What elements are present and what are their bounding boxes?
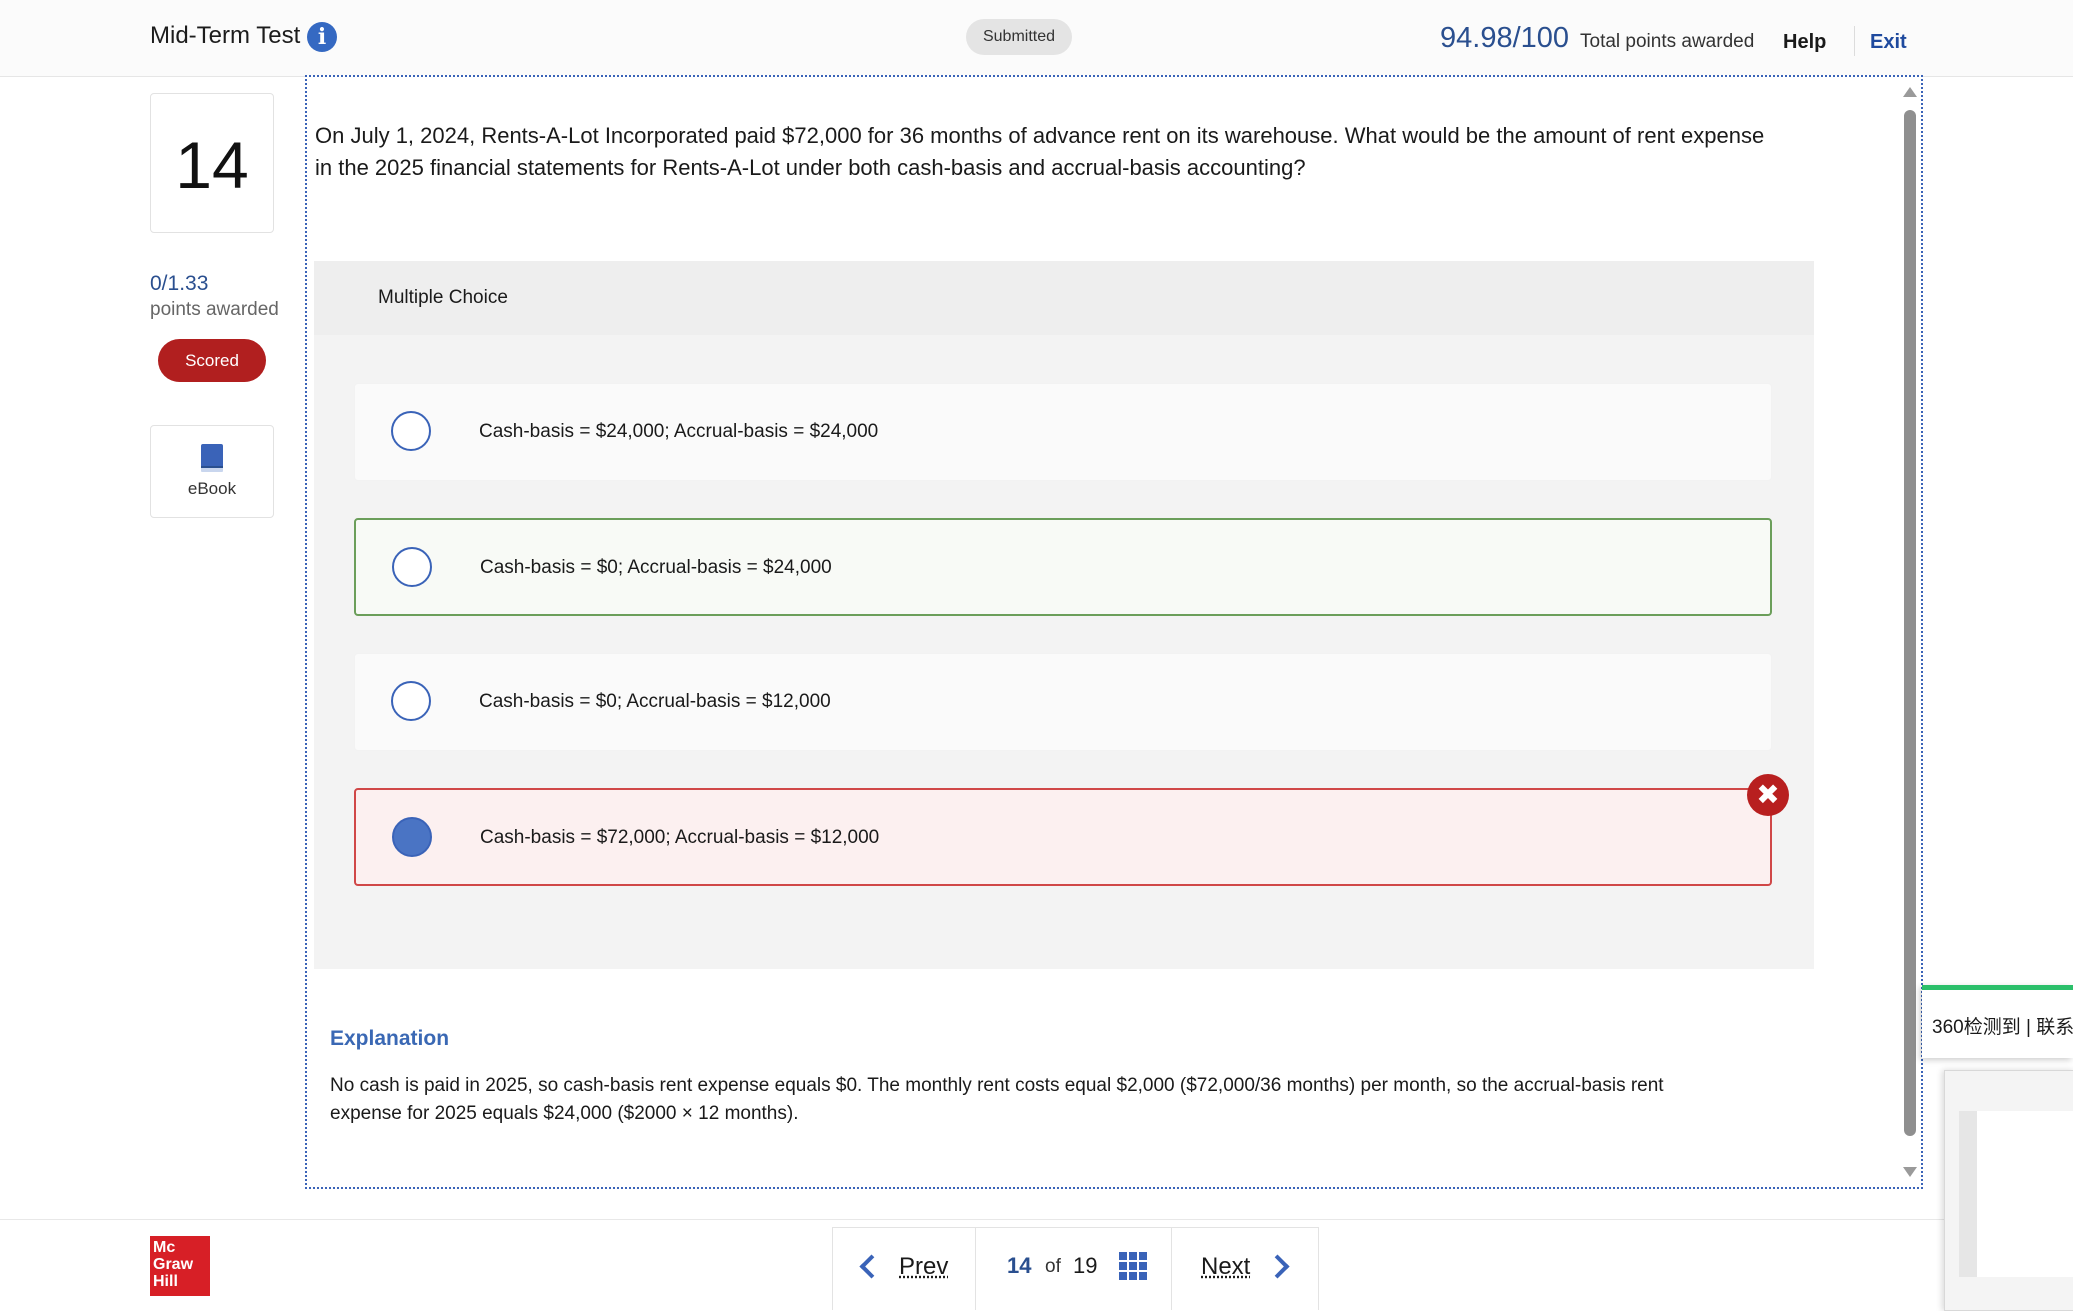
scored-badge: Scored	[158, 339, 266, 382]
mcgraw-hill-logo: Mc Graw Hill	[150, 1236, 210, 1296]
submitted-badge: Submitted	[966, 19, 1072, 55]
scroll-up-arrow[interactable]	[1903, 87, 1917, 97]
choice-option-2-correct[interactable]: Cash-basis = $0; Accrual-basis = $24,000	[354, 518, 1772, 616]
multiple-choice-panel: Multiple Choice Cash-basis = $24,000; Ac…	[314, 261, 1814, 969]
info-icon[interactable]: i	[307, 22, 337, 52]
security-popup[interactable]: 360检测到 | 联系	[1922, 985, 2073, 1058]
footer-divider	[0, 1219, 2073, 1220]
radio-button[interactable]	[392, 547, 432, 587]
choice-label: Cash-basis = $24,000; Accrual-basis = $2…	[479, 421, 879, 442]
next-button[interactable]: Next	[1201, 1253, 1250, 1281]
grid-icon[interactable]	[1119, 1252, 1147, 1280]
chevron-right-icon[interactable]	[1265, 1254, 1290, 1279]
question-type-label: Multiple Choice	[378, 287, 508, 308]
total-questions: 19	[1073, 1253, 1098, 1278]
choice-label: Cash-basis = $0; Accrual-basis = $24,000	[480, 557, 832, 578]
choice-label: Cash-basis = $0; Accrual-basis = $12,000	[479, 691, 831, 712]
nav-divider	[1171, 1228, 1172, 1310]
nav-divider	[975, 1228, 976, 1310]
question-number: 14	[175, 128, 249, 202]
explanation-title: Explanation	[330, 1027, 450, 1050]
radio-button[interactable]	[391, 411, 431, 451]
ebook-button[interactable]: eBook	[150, 425, 274, 518]
thumbnail-preview	[1959, 1111, 2073, 1277]
question-navigation: Prev 14 of 19 Next	[832, 1227, 1319, 1310]
radio-button-selected[interactable]	[392, 817, 432, 857]
choice-label: Cash-basis = $72,000; Accrual-basis = $1…	[480, 827, 880, 848]
total-score-label: Total points awarded	[1580, 31, 1755, 52]
screenshot-thumbnail[interactable]	[1944, 1070, 2073, 1311]
current-question-number: 14	[1007, 1253, 1032, 1278]
header-divider	[1854, 26, 1855, 56]
choice-option-1[interactable]: Cash-basis = $24,000; Accrual-basis = $2…	[354, 383, 1772, 481]
prev-button[interactable]: Prev	[899, 1253, 948, 1281]
explanation-text: No cash is paid in 2025, so cash-basis r…	[330, 1075, 1664, 1124]
exit-button[interactable]: Exit	[1870, 31, 1907, 54]
radio-button[interactable]	[391, 681, 431, 721]
book-icon	[201, 444, 223, 472]
test-title: Mid-Term Test	[150, 22, 301, 49]
choice-option-4-selected-wrong[interactable]: Cash-basis = $72,000; Accrual-basis = $1…	[354, 788, 1772, 886]
points-awarded-value: 0/1.33	[150, 272, 209, 295]
ebook-label: eBook	[187, 479, 237, 498]
total-score: 94.98/100	[1440, 22, 1570, 54]
help-button[interactable]: Help	[1783, 31, 1826, 54]
question-type-header: Multiple Choice	[314, 261, 1814, 335]
close-icon: ✖	[1747, 774, 1789, 816]
chevron-left-icon[interactable]	[859, 1254, 884, 1279]
top-header: Mid-Term Test i Submitted 94.98/100 Tota…	[0, 0, 2073, 77]
choice-option-3[interactable]: Cash-basis = $0; Accrual-basis = $12,000	[354, 653, 1772, 751]
points-awarded-label: points awarded	[150, 299, 279, 320]
scrollbar-thumb[interactable]	[1904, 110, 1916, 1136]
scroll-down-arrow[interactable]	[1903, 1167, 1917, 1177]
popup-text: 360检测到 | 联系	[1932, 1017, 2073, 1038]
question-number-card: 14	[150, 93, 274, 233]
page-of-label: of	[1045, 1256, 1061, 1277]
question-text: On July 1, 2024, Rents-A-Lot Incorporate…	[315, 123, 1765, 180]
